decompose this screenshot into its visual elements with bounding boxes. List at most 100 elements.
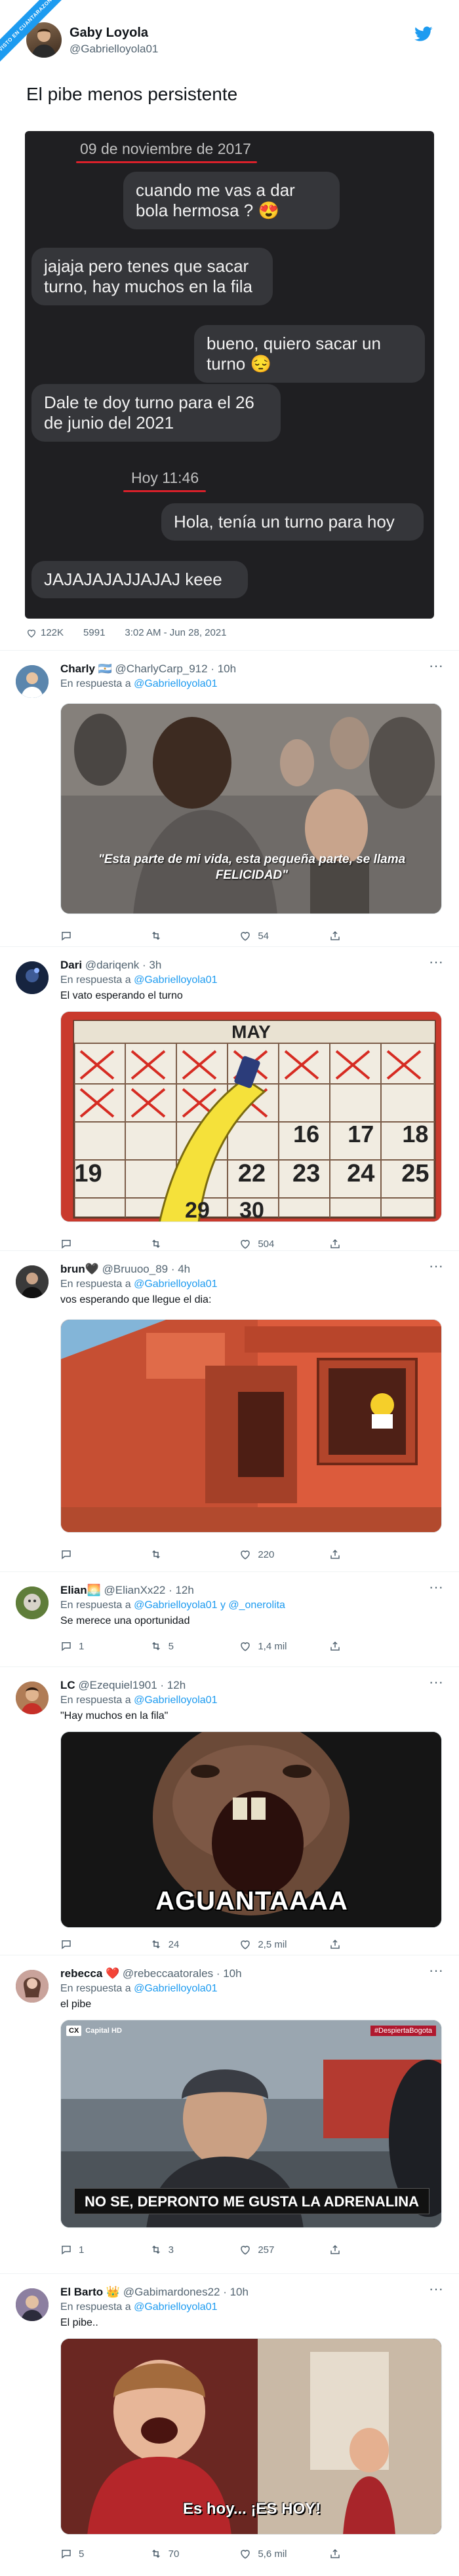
avatar[interactable] — [16, 2288, 49, 2321]
reply-author-handle[interactable]: @dariqenk · 3h — [85, 959, 162, 971]
like-count: 220 — [258, 1548, 275, 1560]
share-button[interactable] — [329, 1938, 388, 1950]
retweets-count[interactable]: 5991 — [83, 627, 105, 638]
share-button[interactable] — [329, 2244, 388, 2256]
reply-author-handle[interactable]: @CharlyCarp_912 · 10h — [115, 663, 237, 675]
share-button[interactable] — [329, 930, 388, 942]
comment-button[interactable] — [60, 1938, 119, 1950]
reply-media-image[interactable] — [60, 1319, 442, 1533]
share-button[interactable] — [329, 1640, 388, 1652]
author-handle[interactable]: @Gabrielloyola01 — [70, 43, 158, 56]
retweet-button[interactable] — [150, 1238, 209, 1250]
reply-context: En respuesta a @Gabrielloyola01 — [60, 1983, 218, 1995]
retweet-button[interactable]: 70 — [150, 2548, 209, 2560]
reply-author-name[interactable]: LC — [60, 1679, 75, 1691]
share-button[interactable] — [329, 1548, 388, 1560]
avatar[interactable] — [16, 1586, 49, 1619]
likes-stat[interactable]: 122K — [26, 627, 64, 638]
reply-author-handle[interactable]: @rebeccaatorales · 10h — [123, 1967, 242, 1980]
heart-icon — [241, 932, 250, 941]
reply-author-name[interactable]: Charly 🇦🇷 — [60, 663, 112, 675]
share-icon — [330, 1239, 340, 1248]
reply-author-name[interactable]: rebecca ❤️ — [60, 1967, 119, 1980]
author-name[interactable]: Gaby Loyola — [70, 26, 148, 41]
reply-to-link[interactable]: @Gabrielloyola01 — [134, 1983, 217, 1994]
like-button[interactable]: 257 — [239, 2244, 298, 2256]
reply-to-link[interactable]: @Gabrielloyola01 — [134, 2301, 217, 2313]
chat-bubble-received: jajaja pero tenes que sacar turno, hay m… — [31, 248, 273, 305]
more-icon[interactable]: ··· — [429, 1579, 443, 1596]
reply-media-image[interactable]: CX Capital HD #DespiertaBogota NO SE, DEP… — [60, 2020, 442, 2228]
calendar-day — [115, 1160, 170, 1197]
reply-context-prefix: En respuesta a — [60, 1983, 131, 1994]
retweet-button[interactable]: 5 — [150, 1640, 209, 1652]
avatar[interactable] — [16, 665, 49, 698]
more-icon[interactable]: ··· — [429, 1258, 443, 1275]
reply-author-name[interactable]: Dari — [60, 959, 82, 971]
more-icon[interactable]: ··· — [429, 1674, 443, 1691]
reply-media-image[interactable]: Es hoy... ¡ES HOY! — [60, 2338, 442, 2535]
reply-media-image[interactable]: MAY 16 17 18 19 22 23 24 25 29 30 — [60, 1011, 442, 1222]
reply-tweet: brun🖤 @Bruuoo_89 · 4h ··· En respuesta a… — [0, 1250, 459, 1571]
avatar[interactable] — [16, 961, 49, 994]
like-button[interactable]: 504 — [239, 1238, 298, 1250]
reply-actions: 5 70 5,6 mil — [60, 2548, 388, 2560]
calendar-row: 16 17 18 — [61, 1121, 441, 1157]
reply-actions: 24 2,5 mil — [60, 1938, 388, 1950]
reply-to-link[interactable]: @Gabrielloyola01 y @_onerolita — [134, 1600, 285, 1611]
retweet-button[interactable]: 24 — [150, 1938, 209, 1950]
reply-to-link[interactable]: @Gabrielloyola01 — [134, 678, 217, 689]
reply-author-handle[interactable]: @Bruuoo_89 · 4h — [102, 1263, 190, 1275]
more-icon[interactable]: ··· — [429, 2280, 443, 2297]
share-button[interactable] — [329, 2548, 388, 2560]
reply-actions: 504 — [60, 1238, 388, 1250]
reply-context-prefix: En respuesta a — [60, 974, 131, 986]
share-button[interactable] — [329, 1238, 388, 1250]
share-icon — [330, 2548, 340, 2558]
comment-button[interactable] — [60, 1548, 119, 1560]
reply-to-link[interactable]: @Gabrielloyola01 — [134, 974, 217, 986]
calendar-day — [388, 1198, 441, 1221]
like-button[interactable]: 220 — [239, 1548, 298, 1560]
reply-header: rebecca ❤️ @rebeccaatorales · 10h — [60, 1967, 242, 1980]
reply-author-name[interactable]: El Barto 👑 — [60, 2286, 120, 2298]
avatar[interactable] — [16, 1265, 49, 1298]
comment-button[interactable] — [60, 930, 119, 942]
more-icon[interactable]: ··· — [429, 657, 443, 674]
comment-button[interactable]: 1 — [60, 2244, 119, 2256]
reply-media-image[interactable]: "Esta parte de mi vida, esta pequeña par… — [60, 703, 442, 914]
avatar[interactable] — [16, 1682, 49, 1714]
like-button[interactable]: 54 — [239, 930, 298, 942]
retweet-button[interactable]: 3 — [150, 2244, 209, 2256]
reply-author-handle[interactable]: @ElianXx22 · 12h — [104, 1584, 194, 1596]
reply-author-name[interactable]: Elian🌅 — [60, 1584, 101, 1596]
comment-button[interactable]: 1 — [60, 1640, 119, 1652]
reply-to-link[interactable]: @Gabrielloyola01 — [134, 1278, 217, 1290]
like-button[interactable]: 5,6 mil — [239, 2548, 298, 2560]
reply-to-link[interactable]: @Gabrielloyola01 — [134, 1695, 217, 1706]
comment-icon — [62, 1240, 71, 1249]
like-button[interactable]: 1,4 mil — [239, 1640, 298, 1652]
comment-button[interactable] — [60, 1238, 119, 1250]
calendar-day: 23 — [292, 1160, 321, 1187]
reply-tweet: rebecca ❤️ @rebeccaatorales · 10h ··· En… — [0, 1955, 459, 2273]
more-icon[interactable]: ··· — [429, 953, 443, 971]
retweet-icon — [151, 1940, 160, 1949]
tweet-timestamp[interactable]: 3:02 AM - Jun 28, 2021 — [125, 627, 226, 638]
reply-author-name[interactable]: brun🖤 — [60, 1263, 99, 1275]
chat-screenshot: 09 de noviembre de 2017 cuando me vas a … — [25, 131, 434, 619]
reply-author-handle[interactable]: @Gabimardones22 · 10h — [123, 2286, 249, 2298]
reply-context-prefix: En respuesta a — [60, 1278, 131, 1290]
reply-text: "Hay muchos en la fila" — [60, 1710, 169, 1721]
reply-author-handle[interactable]: @Ezequiel1901 · 12h — [78, 1679, 186, 1691]
like-button[interactable]: 2,5 mil — [239, 1938, 298, 1950]
calendar-day — [170, 1160, 224, 1197]
calendar-day — [224, 1121, 279, 1157]
comment-button[interactable]: 5 — [60, 2548, 119, 2560]
more-icon[interactable]: ··· — [429, 1962, 443, 1979]
avatar[interactable] — [16, 1970, 49, 2003]
comment-icon — [62, 1550, 71, 1560]
retweet-button[interactable] — [150, 1548, 209, 1560]
reply-media-image[interactable]: AGUANTAAAA — [60, 1731, 442, 1928]
retweet-button[interactable] — [150, 930, 209, 942]
